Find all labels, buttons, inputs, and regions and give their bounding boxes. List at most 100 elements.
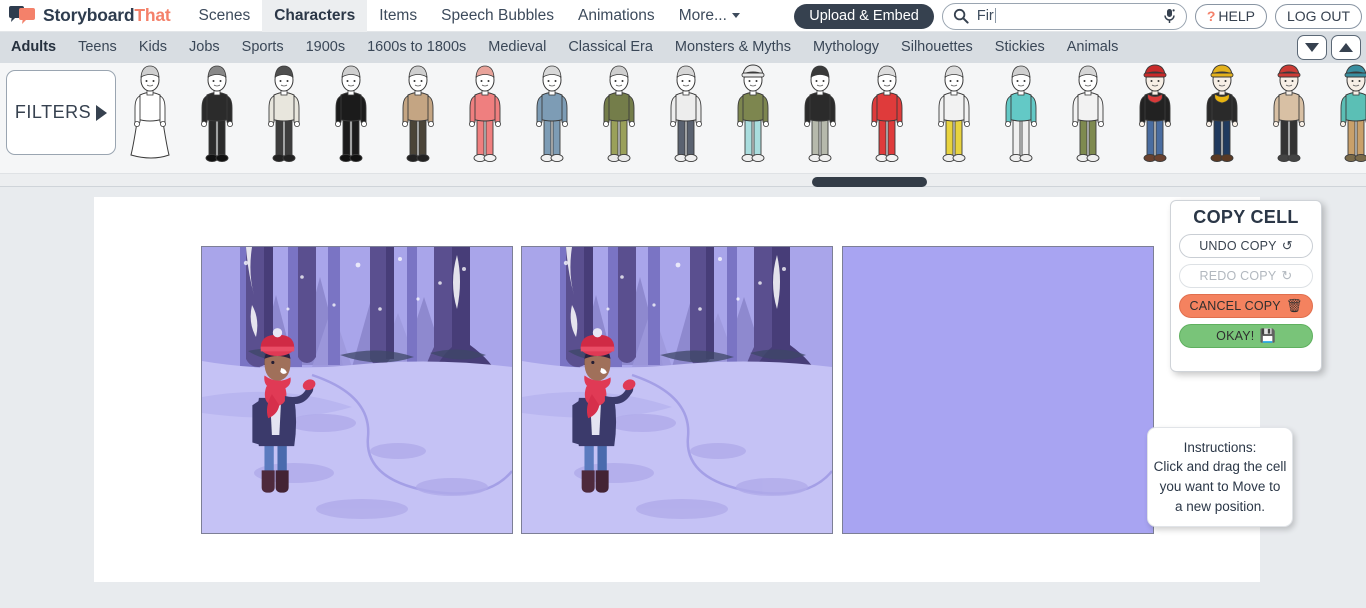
character-thumbnail[interactable] <box>183 63 250 171</box>
storyboard-stage: COPY CELL UNDO COPY ↺ REDO COPY ↻ CANCEL… <box>0 189 1366 608</box>
category-jobs[interactable]: Jobs <box>178 32 231 63</box>
storyboard-canvas <box>94 197 1260 582</box>
category-kids[interactable]: Kids <box>128 32 178 63</box>
category-1900s[interactable]: 1900s <box>295 32 357 63</box>
scroll-up-button[interactable] <box>1331 35 1361 60</box>
scroll-down-button[interactable] <box>1297 35 1327 60</box>
search-box[interactable]: Fir <box>941 2 1187 30</box>
chevron-down-icon <box>731 13 740 18</box>
category-animals[interactable]: Animals <box>1056 32 1130 63</box>
character-figure <box>669 65 702 163</box>
category-label: Jobs <box>189 39 220 55</box>
character-figure <box>129 65 170 159</box>
logout-button[interactable]: LOG OUT <box>1274 3 1362 29</box>
redo-copy-button[interactable]: REDO COPY ↻ <box>1179 264 1313 288</box>
category-label: Adults <box>11 39 57 55</box>
logo[interactable]: StoryboardThat <box>0 5 171 27</box>
search-input[interactable]: Fir <box>977 8 1155 24</box>
character-thumbnail[interactable] <box>786 63 853 171</box>
character-thumbnail[interactable] <box>1188 63 1255 171</box>
character-figure <box>736 64 769 163</box>
character-thumbnail[interactable] <box>1054 63 1121 171</box>
character-library-strip: FILTERS <box>0 63 1366 173</box>
storyboard-cell-3-empty[interactable] <box>842 246 1154 534</box>
instructions-tooltip: Instructions: Click and drag the cell yo… <box>1147 427 1293 527</box>
undo-copy-button[interactable]: UNDO COPY ↺ <box>1179 234 1313 258</box>
character-thumbnail[interactable] <box>384 63 451 171</box>
nav-label: Scenes <box>198 6 251 24</box>
character-thumbnail[interactable] <box>987 63 1054 171</box>
category-classical-era[interactable]: Classical Era <box>557 32 664 63</box>
category-label: Animals <box>1066 39 1119 55</box>
cancel-copy-label: CANCEL COPY <box>1189 299 1281 313</box>
library-scrollbar-thumb[interactable] <box>812 177 927 187</box>
character-figure <box>602 65 635 163</box>
category-adults[interactable]: Adults <box>0 32 67 63</box>
category-stickies[interactable]: Stickies <box>984 32 1056 63</box>
header-actions: Upload & Embed Fir ? HELP LOG OUT <box>794 0 1366 32</box>
character-thumbnail[interactable] <box>1322 63 1366 171</box>
character-figure <box>468 65 501 163</box>
logo-text: StoryboardThat <box>43 5 171 26</box>
character-thumbnail[interactable] <box>116 63 183 171</box>
nav-item-speech-bubbles[interactable]: Speech Bubbles <box>429 0 566 32</box>
character-thumbnail[interactable] <box>317 63 384 171</box>
character-figure <box>1272 64 1305 163</box>
character-thumbnail[interactable] <box>585 63 652 171</box>
character-thumbnail[interactable] <box>920 63 987 171</box>
filters-button[interactable]: FILTERS <box>6 70 116 155</box>
character-figure <box>1071 65 1104 163</box>
category-label: Medieval <box>488 39 547 55</box>
character-figure <box>334 65 367 163</box>
primary-navigation: Scenes Characters Items Speech Bubbles A… <box>187 0 752 32</box>
character-figure <box>1138 64 1171 163</box>
character-thumbnail[interactable] <box>652 63 719 171</box>
character-figure <box>200 65 233 163</box>
cancel-copy-button[interactable]: CANCEL COPY 🗑 <box>1179 294 1313 318</box>
character-thumbnail[interactable] <box>451 63 518 171</box>
category-sports[interactable]: Sports <box>231 32 295 63</box>
redo-copy-label: REDO COPY <box>1199 269 1277 283</box>
logo-text-primary: Storyboard <box>43 5 135 25</box>
character-thumbnail[interactable] <box>250 63 317 171</box>
copy-cell-title: COPY CELL <box>1193 207 1299 227</box>
character-thumbnails <box>116 63 1366 171</box>
character-thumbnail[interactable] <box>1255 63 1322 171</box>
storyboard-cell-2[interactable] <box>521 246 833 534</box>
library-scrollbar-track[interactable] <box>0 173 1366 187</box>
filters-label: FILTERS <box>14 102 92 122</box>
category-mythology[interactable]: Mythology <box>802 32 890 63</box>
category-teens[interactable]: Teens <box>67 32 128 63</box>
character-thumbnail[interactable] <box>1121 63 1188 171</box>
character-figure <box>803 65 836 163</box>
nav-item-more[interactable]: More... <box>667 0 752 32</box>
nav-label: Items <box>379 6 418 24</box>
category-label: 1900s <box>305 39 346 55</box>
category-label: Mythology <box>812 39 880 55</box>
nav-item-items[interactable]: Items <box>367 0 429 32</box>
microphone-icon[interactable] <box>1163 8 1176 25</box>
category-silhouettes[interactable]: Silhouettes <box>890 32 984 63</box>
character-thumbnail[interactable] <box>518 63 585 171</box>
upload-and-embed-button[interactable]: Upload & Embed <box>794 3 934 29</box>
category-1600s-to-1800s[interactable]: 1600s to 1800s <box>356 32 477 63</box>
nav-label: Characters <box>274 6 356 24</box>
storyboard-cell-1[interactable] <box>201 246 513 534</box>
nav-item-animations[interactable]: Animations <box>566 0 667 32</box>
chevron-down-icon <box>1305 43 1319 52</box>
save-disk-icon: 💾 <box>1259 328 1276 343</box>
category-monsters-and-myths[interactable]: Monsters & Myths <box>664 32 802 63</box>
instructions-line-4: a new position. <box>1174 498 1266 514</box>
instructions-line-1: Instructions: <box>1183 439 1257 455</box>
trash-icon: 🗑 <box>1285 298 1303 313</box>
nav-item-scenes[interactable]: Scenes <box>187 0 263 32</box>
category-label: Sports <box>241 39 284 55</box>
okay-label: OKAY! <box>1216 329 1255 343</box>
okay-button[interactable]: OKAY! 💾 <box>1179 324 1313 348</box>
category-medieval[interactable]: Medieval <box>477 32 557 63</box>
nav-item-characters[interactable]: Characters <box>262 0 368 32</box>
character-thumbnail[interactable] <box>719 63 786 171</box>
help-button[interactable]: ? HELP <box>1194 3 1267 29</box>
undo-icon: ↺ <box>1281 238 1293 253</box>
character-thumbnail[interactable] <box>853 63 920 171</box>
